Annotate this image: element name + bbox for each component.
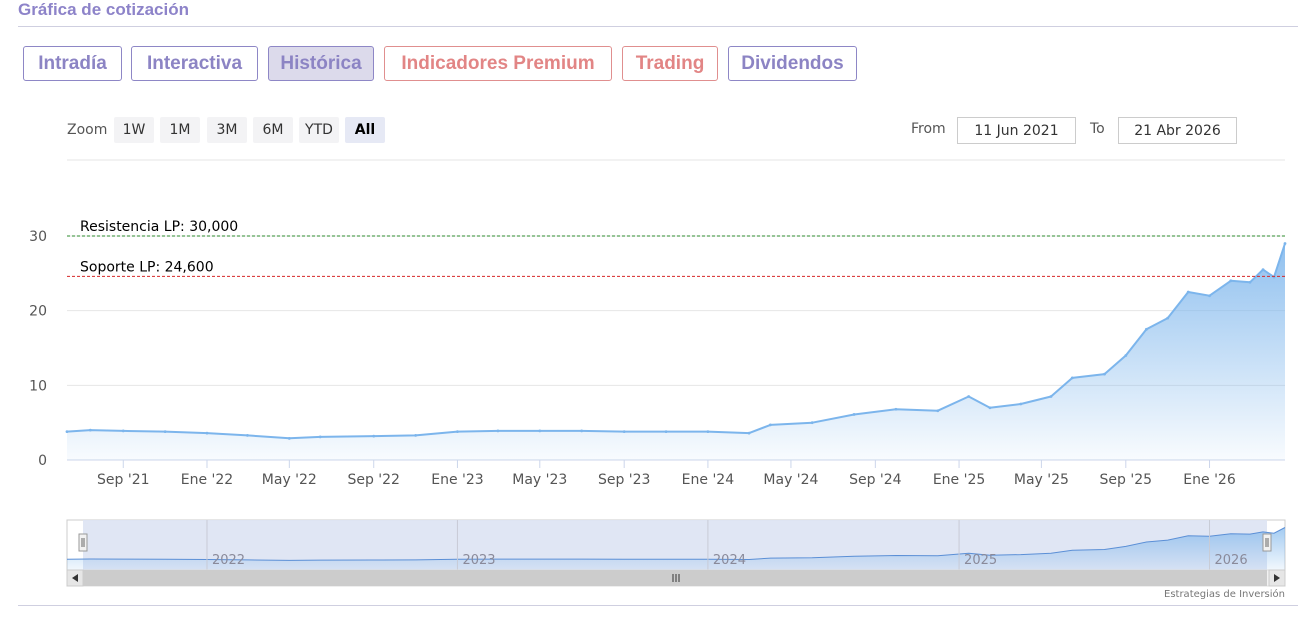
data-point [538,429,542,433]
x-tick-label: Ene '26 [1183,472,1236,488]
data-point [1283,242,1287,245]
navigator-year-label: 2026 [1215,553,1248,568]
data-point [936,409,940,413]
data-point [414,433,417,437]
data-point [121,429,125,433]
data-point [1261,268,1265,271]
navigator-year-label: 2022 [212,553,245,568]
data-point [747,431,751,435]
data-point [88,428,92,432]
data-point [1070,376,1074,380]
x-tick-label: Sep '22 [347,472,400,488]
data-point [852,413,856,416]
x-tick-label: Sep '23 [598,472,651,488]
data-point [65,430,69,434]
y-tick-label: 10 [29,378,47,394]
data-point [1124,354,1128,357]
x-tick-label: May '25 [1014,472,1069,488]
data-point [967,395,971,398]
y-tick-label: 20 [29,304,47,320]
data-point [622,430,626,434]
data-point [1229,279,1233,283]
navigator-year-label: 2025 [964,553,997,568]
price-chart[interactable]: 0 10 20 30 Sep '21 Ene '22 May '22 Sep '22 Ene '… [0,0,1313,636]
data-point [318,435,322,439]
x-tick-label: May '23 [512,472,567,488]
data-point [287,436,291,440]
x-tick-label: Ene '25 [933,472,985,488]
data-point [1144,327,1148,331]
navigator-left-handle[interactable] [78,533,88,552]
navigator-year-label: 2023 [462,553,495,568]
support-label: Soporte LP: 24,600 [80,259,214,275]
data-point [768,423,772,427]
resistance-label: Resistencia LP: 30,000 [80,219,238,235]
data-point [456,430,459,434]
data-point [1103,372,1106,376]
bottom-divider [18,605,1298,606]
data-point [163,430,167,434]
data-point [580,429,584,433]
x-tick-label: Ene '22 [181,472,233,488]
data-point [1049,395,1053,398]
data-point [205,431,209,435]
data-point [1186,290,1190,294]
x-tick-label: May '24 [763,472,818,488]
x-tick-label: May '22 [262,472,317,488]
data-point [894,407,898,411]
x-tick-label: Ene '23 [431,472,483,488]
data-point [988,406,992,410]
data-point [664,430,668,434]
data-point [810,421,814,425]
y-tick-label: 30 [29,229,47,245]
data-point [706,430,710,434]
data-point [1248,280,1252,284]
data-point [1019,402,1023,406]
x-tick-label: Sep '24 [849,472,902,488]
data-point [1208,294,1211,298]
credits-label[interactable]: Estrategias de Inversión [1164,589,1285,600]
data-point [496,429,500,433]
x-tick-label: Sep '21 [97,472,150,488]
x-tick-label: Sep '25 [1100,472,1153,488]
navigator-right-handle[interactable] [1262,533,1272,552]
scrollbar-thumb[interactable] [83,570,1267,586]
data-point [1166,316,1170,320]
y-tick-label: 0 [38,453,47,469]
navigator-year-label: 2024 [713,553,746,568]
data-point [246,433,249,437]
data-point [372,434,376,438]
x-tick-label: Ene '24 [682,472,735,488]
